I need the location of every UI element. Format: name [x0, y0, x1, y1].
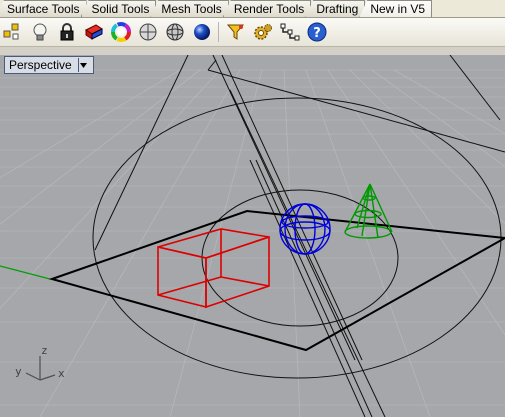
help-icon: ?: [307, 22, 326, 42]
x-axis-line: [0, 265, 51, 280]
shaded-sphere-icon: [139, 23, 156, 41]
tab-render-tools[interactable]: Render Tools: [222, 0, 312, 17]
ribbon-tab-strip: Surface Tools Solid Tools Mesh Tools Ren…: [0, 0, 505, 18]
svg-text:?: ?: [313, 26, 321, 41]
lock-icon: [60, 23, 73, 41]
toolbar: ?: [0, 18, 505, 47]
layer-color-icon: [84, 24, 103, 40]
tab-new-in-v5[interactable]: New in V5: [359, 0, 433, 17]
axis-gizmo: [25, 356, 56, 381]
z-axis-label: z: [41, 344, 48, 357]
red-box: [157, 228, 270, 309]
viewport-frame: [0, 47, 505, 55]
render-sphere-button[interactable]: [162, 20, 187, 44]
options-button[interactable]: [250, 20, 275, 44]
filter-button[interactable]: [223, 20, 248, 44]
light-button[interactable]: [27, 20, 52, 44]
viewport-title-tab[interactable]: Perspective: [4, 56, 94, 74]
network-button[interactable]: [277, 20, 302, 44]
tab-solid-tools[interactable]: Solid Tools: [80, 0, 157, 17]
points-button[interactable]: [0, 20, 25, 44]
help-button[interactable]: ?: [304, 20, 329, 44]
outer-ellipse: [92, 97, 502, 379]
color-wheel-button[interactable]: [108, 20, 133, 44]
gear-icon: [253, 24, 272, 40]
tab-mesh-tools[interactable]: Mesh Tools: [150, 0, 229, 17]
blue-sphere-icon: [193, 24, 210, 40]
green-cone: [344, 183, 393, 239]
tab-surface-tools[interactable]: Surface Tools: [0, 0, 87, 17]
perspective-viewport[interactable]: Perspective z y x: [0, 55, 505, 417]
blue-sphere-button[interactable]: [189, 20, 214, 44]
render-sphere-icon: [166, 23, 183, 41]
color-wheel-icon: [110, 22, 131, 42]
layer-color-button[interactable]: [81, 20, 106, 44]
filter-icon: [226, 24, 244, 40]
wireframe-lines: [94, 55, 505, 417]
viewport-title: Perspective: [9, 58, 72, 72]
viewport-scene: [0, 55, 505, 417]
x-axis-label: x: [58, 367, 65, 380]
ground-plane: [48, 209, 505, 352]
network-icon: [280, 23, 299, 41]
lightbulb-icon: [33, 23, 46, 41]
lock-button[interactable]: [54, 20, 79, 44]
points-icon: [3, 23, 18, 40]
toolbar-separator: [218, 22, 219, 42]
tab-drafting[interactable]: Drafting: [305, 0, 366, 17]
y-axis-label: y: [15, 365, 22, 378]
shaded-sphere-button[interactable]: [135, 20, 160, 44]
chevron-down-icon[interactable]: [77, 58, 89, 72]
